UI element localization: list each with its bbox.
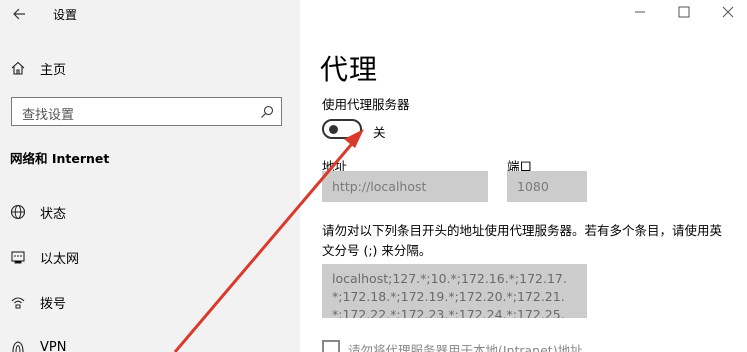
- port-field[interactable]: 1080: [507, 171, 587, 202]
- back-arrow-icon[interactable]: [10, 4, 30, 24]
- titlebar-left: 设置: [0, 0, 300, 30]
- local-address-label: 请勿将代理服务器用于本地(Intranet)地址: [348, 343, 583, 352]
- close-icon[interactable]: [721, 5, 735, 19]
- page-title: 代理: [320, 53, 379, 86]
- search-input[interactable]: 查找设置: [11, 97, 282, 126]
- sidebar-item-label: VPN: [40, 339, 67, 352]
- search-icon[interactable]: [260, 105, 274, 119]
- exceptions-line: *;172.18.*;172.19.*;172.20.*;172.21.: [332, 289, 565, 304]
- minimize-icon[interactable]: [633, 5, 647, 19]
- exceptions-textarea[interactable]: localhost;127.*;10.*;172.16.*;172.17. *;…: [322, 264, 587, 318]
- sidebar-item-dialup[interactable]: 拨号: [10, 291, 66, 313]
- vpn-icon: [12, 341, 24, 352]
- sidebar-item-status[interactable]: 状态: [10, 201, 66, 223]
- section-title: 网络和 Internet: [10, 151, 110, 166]
- local-address-option[interactable]: 请勿将代理服务器用于本地(Intranet)地址: [322, 340, 583, 352]
- exceptions-description: 请勿对以下列条目开头的地址使用代理服务器。若有多个条目，请使用英文分号 (;) …: [322, 223, 723, 258]
- sidebar-item-label: 拨号: [40, 296, 67, 312]
- sidebar-item-home[interactable]: 主页: [10, 58, 66, 78]
- sidebar-item-label: 主页: [40, 62, 67, 78]
- maximize-icon[interactable]: [677, 5, 691, 19]
- app-title: 设置: [53, 8, 78, 22]
- sidebar-item-vpn[interactable]: VPN: [10, 336, 66, 352]
- exceptions-line: *;172.22.*;172.23.*;172.24.*;172.25.: [332, 307, 565, 318]
- sidebar-item-label: 状态: [40, 206, 67, 222]
- dialup-icon: [11, 297, 25, 309]
- use-proxy-label: 使用代理服务器: [322, 97, 410, 112]
- toggle-knob: [329, 125, 338, 134]
- local-address-checkbox[interactable]: [322, 340, 340, 352]
- home-icon: [11, 61, 25, 75]
- ethernet-icon: [11, 251, 25, 264]
- search-placeholder: 查找设置: [22, 108, 75, 123]
- sidebar-item-label: 以太网: [40, 251, 80, 267]
- exceptions-line: localhost;127.*;10.*;172.16.*;172.17.: [332, 271, 567, 286]
- sidebar-item-ethernet[interactable]: 以太网: [10, 246, 79, 268]
- sidebar: 设置 主页 查找设置 网络和 Internet 状态 以太网 拨号 VPN: [0, 0, 300, 352]
- use-proxy-toggle[interactable]: [322, 119, 362, 139]
- toggle-state-label: 关: [373, 125, 386, 140]
- globe-icon: [10, 204, 26, 220]
- address-field[interactable]: http://localhost: [322, 171, 488, 202]
